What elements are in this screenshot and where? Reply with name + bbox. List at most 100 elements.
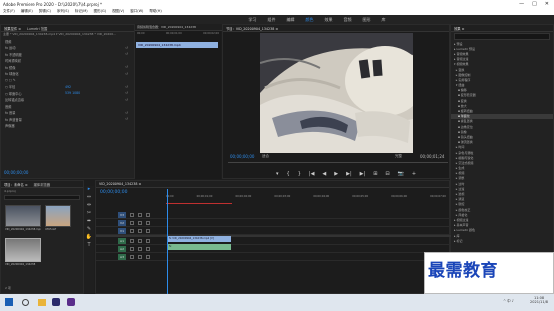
reset-icon[interactable]: ↺ (125, 46, 128, 50)
in-point-button[interactable]: { (287, 171, 290, 177)
export-frame-button[interactable]: 📷 (398, 171, 404, 177)
quality-select[interactable]: 完整 (395, 154, 402, 159)
type-tool-icon[interactable]: T (84, 242, 94, 250)
track-select-tool-icon[interactable]: ⇔ (84, 194, 94, 202)
menu-graphics[interactable]: 图形(G) (94, 9, 106, 14)
track-label[interactable]: A2 (118, 246, 126, 252)
ripple-edit-tool-icon[interactable]: ⇹ (84, 202, 94, 210)
effects-search-input[interactable] (454, 33, 550, 40)
program-title[interactable]: 节目：VID_20200904_134238 ≡ (226, 26, 278, 31)
video-clip[interactable]: fx VID_20200904_134238.mp4 [V] (167, 236, 231, 242)
workspace-color[interactable]: 颜色 (306, 17, 314, 23)
timeline-timecode[interactable]: 00;00;00;00 (100, 190, 127, 195)
menu-sequence[interactable]: 序列(S) (57, 9, 69, 14)
sync-icon[interactable] (138, 229, 142, 233)
eye-icon[interactable] (146, 247, 150, 251)
sequence-tab[interactable]: VID_20200904_134238 ≡ (99, 182, 141, 186)
eye-icon[interactable] (146, 255, 150, 259)
lock-icon[interactable] (130, 255, 134, 259)
timeline-ruler[interactable]: 00;00 00;00;01;00 00;00;02;00 00;00;03;00 00… (166, 195, 446, 198)
marker-button[interactable]: ▾ (276, 171, 279, 177)
reset-icon[interactable]: ↺ (125, 117, 128, 121)
lock-icon[interactable] (130, 229, 134, 233)
sync-icon[interactable] (138, 221, 142, 225)
track-label[interactable]: V1 (118, 228, 126, 234)
tab-lumetri-scopes[interactable]: Lumetri 范围 (27, 26, 47, 31)
menu-help[interactable]: 帮助(H) (149, 9, 161, 14)
reset-icon[interactable]: ↺ (125, 85, 128, 89)
eye-icon[interactable] (146, 239, 150, 243)
track-label[interactable]: V2 (118, 220, 126, 226)
lock-icon[interactable] (130, 213, 134, 217)
premiere-icon[interactable] (52, 298, 60, 306)
workspace-editing[interactable]: 编辑 (287, 17, 295, 23)
selection-tool-icon[interactable]: ▸ (84, 186, 94, 194)
add-button[interactable]: + (412, 171, 416, 177)
track-label[interactable]: V3 (118, 212, 126, 218)
zoom-fit-select[interactable]: 适合 (262, 154, 269, 159)
effect-row-value[interactable]: 539 1080 (65, 91, 80, 95)
workspace-effects[interactable]: 效果 (325, 17, 333, 23)
menu-clip[interactable]: 剪辑(C) (39, 9, 51, 14)
workspace-assembly[interactable]: 组件 (268, 17, 276, 23)
reset-icon[interactable]: ↺ (125, 111, 128, 115)
pen-tool-icon[interactable]: ✎ (84, 226, 94, 234)
minimize-button[interactable]: — (519, 1, 524, 7)
menu-marker[interactable]: 标记(M) (75, 9, 88, 14)
mini-clip[interactable]: VID_20200904_134238.mp4 (136, 42, 218, 48)
go-to-out-button[interactable]: ▶| (360, 171, 366, 177)
sync-icon[interactable] (138, 213, 142, 217)
workspace-audio[interactable]: 音频 (344, 17, 352, 23)
menu-edit[interactable]: 编辑(E) (21, 9, 33, 14)
eye-icon[interactable] (146, 221, 150, 225)
reset-icon[interactable]: ↺ (125, 98, 128, 102)
tab-media-browser[interactable]: 媒体浏览器 (34, 182, 50, 187)
sync-icon[interactable] (138, 255, 142, 259)
reset-icon[interactable]: ↺ (125, 91, 128, 95)
play-button[interactable]: ▶ (334, 171, 338, 177)
windows-start-icon[interactable] (5, 298, 13, 306)
effect-row-value[interactable]: 492 (65, 85, 71, 89)
work-area-bar[interactable] (166, 203, 232, 204)
track-label[interactable]: A1 (118, 238, 126, 244)
close-button[interactable]: ✕ (545, 1, 549, 7)
file-explorer-icon[interactable] (38, 299, 46, 306)
project-search-input[interactable] (4, 195, 80, 200)
clock[interactable]: 11:08 2021/11/8 (530, 296, 548, 304)
premiere-pro-taskbar-icon[interactable] (67, 298, 75, 306)
step-forward-button[interactable]: ▶| (346, 171, 352, 177)
audio-clip[interactable]: fx (167, 244, 231, 250)
workspace-learn[interactable]: 学习 (249, 17, 257, 23)
lock-icon[interactable] (130, 221, 134, 225)
extract-button[interactable]: ⊟ (385, 171, 389, 177)
reset-icon[interactable]: ↺ (125, 52, 128, 56)
thumb-clip-1[interactable] (5, 205, 41, 227)
workspace-graphics[interactable]: 图形 (363, 17, 371, 23)
reset-icon[interactable]: ↺ (125, 72, 128, 76)
tab-project[interactable]: 项目：未命名 ≡ (4, 182, 28, 187)
track-label[interactable]: A3 (118, 254, 126, 260)
sync-icon[interactable] (138, 247, 142, 251)
effect-row[interactable]: 声像器 (1, 123, 134, 130)
ec-timecode[interactable]: 00;00;00;00 (4, 170, 28, 175)
effects-tree-item[interactable]: ▸ 标记 (451, 238, 553, 243)
slip-tool-icon[interactable]: ⬌ (84, 218, 94, 226)
menu-file[interactable]: 文件(F) (3, 9, 15, 14)
tab-audio-mixer[interactable]: 音频剪辑混合器：VID_20200904_134238 (135, 24, 222, 31)
program-scrubber[interactable] (228, 162, 448, 166)
razor-tool-icon[interactable]: ✂ (84, 210, 94, 218)
maximize-button[interactable]: □ (532, 1, 537, 7)
tab-effect-controls[interactable]: 效果控件 ≡ (4, 26, 21, 31)
step-back-button[interactable]: ◀ (322, 171, 326, 177)
playhead[interactable] (167, 189, 168, 295)
workspace-libraries[interactable]: 库 (382, 17, 386, 23)
eye-icon[interactable] (146, 229, 150, 233)
search-icon[interactable] (22, 299, 29, 306)
thumb-sequence[interactable] (5, 238, 41, 262)
system-tray[interactable]: ^ 中 ♪ (503, 299, 514, 304)
reset-icon[interactable]: ↺ (125, 65, 128, 69)
menu-view[interactable]: 视图(V) (112, 9, 124, 14)
eye-icon[interactable] (146, 213, 150, 217)
program-timecode[interactable]: 00;00;00;00 (230, 154, 254, 159)
menu-window[interactable]: 窗口(W) (130, 9, 143, 14)
